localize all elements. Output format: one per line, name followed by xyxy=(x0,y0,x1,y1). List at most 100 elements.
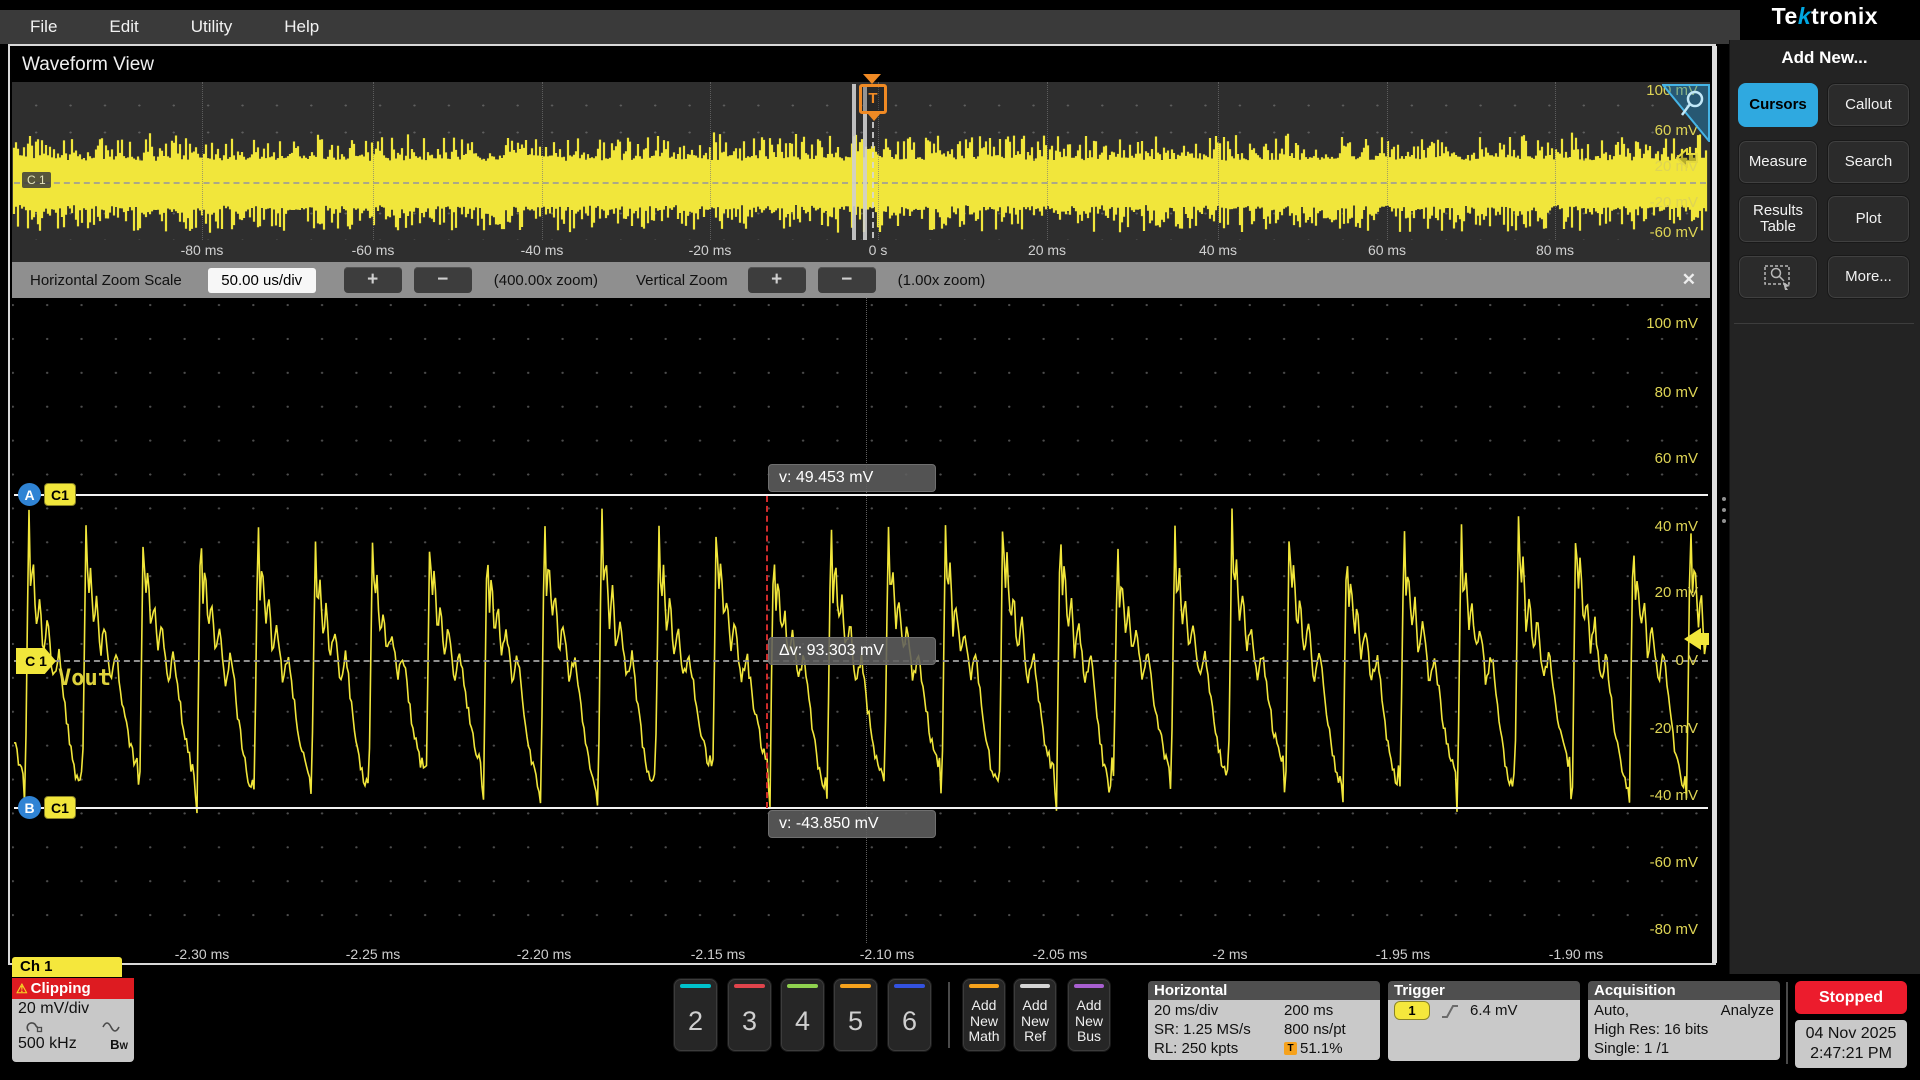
add-new-title: Add New... xyxy=(1781,48,1868,67)
waveform-view-title: Waveform View xyxy=(22,54,154,75)
time-tick: -1.90 ms xyxy=(1548,946,1604,962)
horizontal-panel[interactable]: Horizontal 20 ms/div 200 ms SR: 1.25 MS/s… xyxy=(1148,981,1380,1060)
time-tick: -2.30 ms xyxy=(174,946,230,962)
measure-button[interactable]: Measure xyxy=(1738,140,1818,184)
cursor-b-channel-chip: C1 xyxy=(44,796,76,819)
date: 04 Nov 2025 xyxy=(1805,1025,1897,1042)
ch1-bandwidth: 500 kHz xyxy=(18,1035,77,1052)
bw-limit-icon: BW xyxy=(110,1036,128,1052)
time: 2:47:21 PM xyxy=(1810,1045,1892,1062)
ref-color-stripe xyxy=(1020,984,1050,988)
time-tick: -80 ms xyxy=(180,242,224,258)
add-new-bus-button[interactable]: Add New Bus xyxy=(1067,978,1111,1052)
search-button[interactable]: Search xyxy=(1827,140,1910,184)
trigger-position-triangle xyxy=(863,74,881,84)
cursor-b-badge[interactable]: B C1 xyxy=(18,796,76,819)
gridline xyxy=(1218,82,1219,240)
time-tick: -2.25 ms xyxy=(345,946,401,962)
acq-analyze: Analyze xyxy=(1720,1002,1774,1019)
channel-3-color-stripe xyxy=(734,984,765,988)
trigger-position-flag[interactable]: T xyxy=(859,84,887,114)
zoom-select-button[interactable] xyxy=(1738,255,1818,299)
h-sample-rate: SR: 1.25 MS/s xyxy=(1154,1021,1251,1038)
acq-mode: Auto, xyxy=(1594,1002,1630,1019)
vtick: 80 mV xyxy=(1654,384,1698,401)
sidebar-divider xyxy=(1734,323,1914,324)
time-tick: -2 ms xyxy=(1212,946,1248,962)
ch1-badge-header[interactable]: Ch 1 xyxy=(12,957,122,977)
cursor-a-line[interactable] xyxy=(14,494,1708,496)
add-new-ref-button[interactable]: Add New Ref xyxy=(1013,978,1057,1052)
channel-4-color-stripe xyxy=(787,984,818,988)
cursor-a-readout: v: 49.453 mV xyxy=(768,464,936,492)
h-zoom-minus-button[interactable]: − xyxy=(413,267,472,293)
results-table-button[interactable]: Results Table xyxy=(1738,195,1818,243)
zoom-close-icon[interactable]: ✕ xyxy=(1682,270,1696,290)
time-tick: 40 ms xyxy=(1198,242,1238,258)
h-resolution: 800 ns/pt xyxy=(1284,1021,1346,1038)
menu-file[interactable]: File xyxy=(30,17,57,37)
cursor-b-line[interactable] xyxy=(14,807,1708,809)
menu-help[interactable]: Help xyxy=(284,17,319,37)
ch1-clipping-warning: ⚠ Clipping xyxy=(12,978,134,999)
cursors-button[interactable]: Cursors xyxy=(1738,83,1818,127)
time-tick: -40 ms xyxy=(520,242,564,258)
menu-utility[interactable]: Utility xyxy=(191,17,233,37)
splitter-dot xyxy=(1722,519,1726,523)
zoom-scale-bar: Horizontal Zoom Scale 50.00 us/div + − (… xyxy=(12,262,1710,298)
cursor-a-circle: A xyxy=(18,483,41,506)
h-scale: 20 ms/div xyxy=(1154,1002,1219,1019)
channel-4-button[interactable]: 4 xyxy=(780,978,825,1052)
trigger-panel[interactable]: Trigger 1 6.4 mV xyxy=(1388,981,1580,1061)
time-tick: 0 s xyxy=(868,242,888,258)
gridline xyxy=(542,82,543,240)
splitter-dot xyxy=(1722,508,1726,512)
trigger-panel-title: Trigger xyxy=(1388,981,1580,1000)
overview-zoom-flag-icon[interactable] xyxy=(1662,84,1710,142)
gridline xyxy=(1555,82,1556,240)
channel-3-button[interactable]: 3 xyxy=(727,978,772,1052)
oscilloscope-screen: File Edit Utility Help Tektronix Wavefor… xyxy=(0,0,1920,1080)
overview-channel-chip[interactable]: C 1 xyxy=(22,172,51,188)
menu-edit[interactable]: Edit xyxy=(109,17,138,37)
cursor-a-badge[interactable]: A C1 xyxy=(18,483,76,506)
gridline xyxy=(202,82,203,240)
more-button[interactable]: More... xyxy=(1827,255,1910,299)
acquisition-panel[interactable]: Acquisition Auto, Analyze High Res: 16 bi… xyxy=(1588,981,1780,1060)
vtick: 0 V xyxy=(1675,652,1698,669)
time-tick: -1.95 ms xyxy=(1375,946,1431,962)
h-record-length: RL: 250 kpts xyxy=(1154,1040,1239,1057)
channel-2-color-stripe xyxy=(680,984,711,988)
probe-icon xyxy=(26,1021,43,1032)
overview-zero-line xyxy=(14,182,1706,184)
gridline xyxy=(710,82,711,240)
math-color-stripe xyxy=(969,984,999,988)
trigger-flag-notch xyxy=(868,114,880,121)
gridline xyxy=(1047,82,1048,240)
channel-6-button[interactable]: 6 xyxy=(887,978,932,1052)
overview-vtick: -60 mV xyxy=(1649,224,1698,241)
time-tick: 60 ms xyxy=(1367,242,1407,258)
trigger-level-arrow-icon[interactable] xyxy=(1684,628,1701,650)
cursor-b-readout: v: -43.850 mV xyxy=(768,810,936,838)
v-zoom-minus-button[interactable]: − xyxy=(817,267,876,293)
h-zoom-plus-button[interactable]: + xyxy=(343,267,402,293)
zoom-window-left-edge[interactable] xyxy=(852,84,856,240)
channel-2-button[interactable]: 2 xyxy=(673,978,718,1052)
channel-5-color-stripe xyxy=(840,984,871,988)
ch1-badge-body[interactable]: 20 mV/div 500 kHz BW xyxy=(12,999,134,1062)
status-divider xyxy=(1786,982,1788,1064)
plot-button[interactable]: Plot xyxy=(1827,195,1910,243)
run-stop-status-button[interactable]: Stopped xyxy=(1795,981,1907,1014)
h-zoom-scale-label: Horizontal Zoom Scale xyxy=(30,271,182,289)
channel-5-button[interactable]: 5 xyxy=(833,978,878,1052)
h-zoom-factor: (400.00x zoom) xyxy=(493,271,598,289)
h-zoom-scale-input[interactable]: 50.00 us/div xyxy=(207,267,316,293)
overview-trigger-level-arrow-icon[interactable] xyxy=(1676,148,1698,168)
panel-splitter[interactable] xyxy=(1712,46,1717,963)
callout-button[interactable]: Callout xyxy=(1827,83,1910,127)
vtick: -80 mV xyxy=(1649,921,1698,938)
v-zoom-plus-button[interactable]: + xyxy=(747,267,806,293)
gridline xyxy=(373,82,374,240)
add-new-math-button[interactable]: Add New Math xyxy=(962,978,1006,1052)
